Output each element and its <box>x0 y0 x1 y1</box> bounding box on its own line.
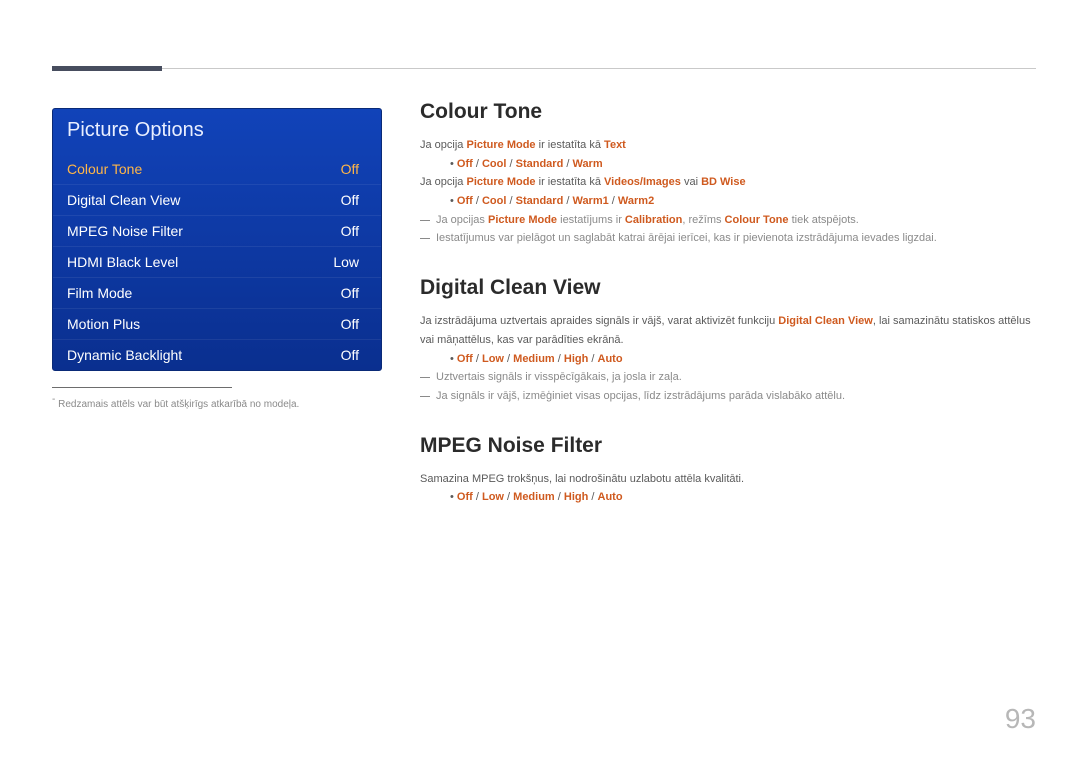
menu-item-colour-tone[interactable]: Colour Tone Off <box>53 154 381 184</box>
option-list: Off / Low / Medium / High / Auto <box>420 350 1036 369</box>
footnote: - Redzamais attēls var būt atšķirīgs atk… <box>52 394 382 412</box>
menu-item-label: Colour Tone <box>67 161 142 177</box>
note-line: Ja opcijas Picture Mode iestatījums ir C… <box>420 211 1036 230</box>
menu-item-value: Low <box>333 254 359 270</box>
menu-item-label: Motion Plus <box>67 316 140 332</box>
page-content: Picture Options Colour Tone Off Digital … <box>52 100 1036 507</box>
left-column: Picture Options Colour Tone Off Digital … <box>52 100 382 507</box>
note-line: Iestatījumus var pielāgot un saglabāt ka… <box>420 229 1036 248</box>
menu-item-value: Off <box>341 347 359 363</box>
menu-item-value: Off <box>341 316 359 332</box>
menu-item-label: Dynamic Backlight <box>67 347 182 363</box>
menu-item-label: HDMI Black Level <box>67 254 178 270</box>
right-column: Colour Tone Ja opcija Picture Mode ir ie… <box>420 100 1036 507</box>
menu-item-mpeg-noise-filter[interactable]: MPEG Noise Filter Off <box>53 215 381 246</box>
menu-item-value: Off <box>341 223 359 239</box>
note-line: Uztvertais signāls ir visspēcīgākais, ja… <box>420 368 1036 387</box>
text-line: Ja opcija Picture Mode ir iestatīta kā T… <box>420 136 1036 155</box>
header-rule <box>52 68 1036 69</box>
heading-mpeg-noise-filter: MPEG Noise Filter <box>420 434 1036 458</box>
text-line: Samazina MPEG trokšņus, lai nodrošinātu … <box>420 470 1036 489</box>
section-mpeg-noise-filter: MPEG Noise Filter Samazina MPEG trokšņus… <box>420 434 1036 507</box>
footnote-rule <box>52 387 232 388</box>
menu-item-hdmi-black-level[interactable]: HDMI Black Level Low <box>53 246 381 277</box>
heading-digital-clean-view: Digital Clean View <box>420 276 1036 300</box>
text-line: Ja izstrādājuma uztvertais apraides sign… <box>420 312 1036 349</box>
menu-title: Picture Options <box>53 109 381 154</box>
menu-item-value: Off <box>341 285 359 301</box>
menu-item-value: Off <box>341 192 359 208</box>
option-list: Off / Cool / Standard / Warm <box>420 155 1036 174</box>
menu-item-digital-clean-view[interactable]: Digital Clean View Off <box>53 184 381 215</box>
menu-item-film-mode[interactable]: Film Mode Off <box>53 277 381 308</box>
option-list: Off / Low / Medium / High / Auto <box>420 488 1036 507</box>
page-number: 93 <box>1005 703 1036 735</box>
menu-item-label: MPEG Noise Filter <box>67 223 183 239</box>
option-list: Off / Cool / Standard / Warm1 / Warm2 <box>420 192 1036 211</box>
note-line: Ja signāls ir vājš, izmēģiniet visas opc… <box>420 387 1036 406</box>
menu-item-value: Off <box>341 161 359 177</box>
header-accent-bar <box>52 66 162 71</box>
heading-colour-tone: Colour Tone <box>420 100 1036 124</box>
picture-options-menu: Picture Options Colour Tone Off Digital … <box>52 108 382 371</box>
menu-item-label: Digital Clean View <box>67 192 180 208</box>
section-digital-clean-view: Digital Clean View Ja izstrādājuma uztve… <box>420 276 1036 405</box>
menu-item-label: Film Mode <box>67 285 132 301</box>
text-line: Ja opcija Picture Mode ir iestatīta kā V… <box>420 173 1036 192</box>
menu-item-motion-plus[interactable]: Motion Plus Off <box>53 308 381 339</box>
section-colour-tone: Colour Tone Ja opcija Picture Mode ir ie… <box>420 100 1036 248</box>
menu-item-dynamic-backlight[interactable]: Dynamic Backlight Off <box>53 339 381 370</box>
